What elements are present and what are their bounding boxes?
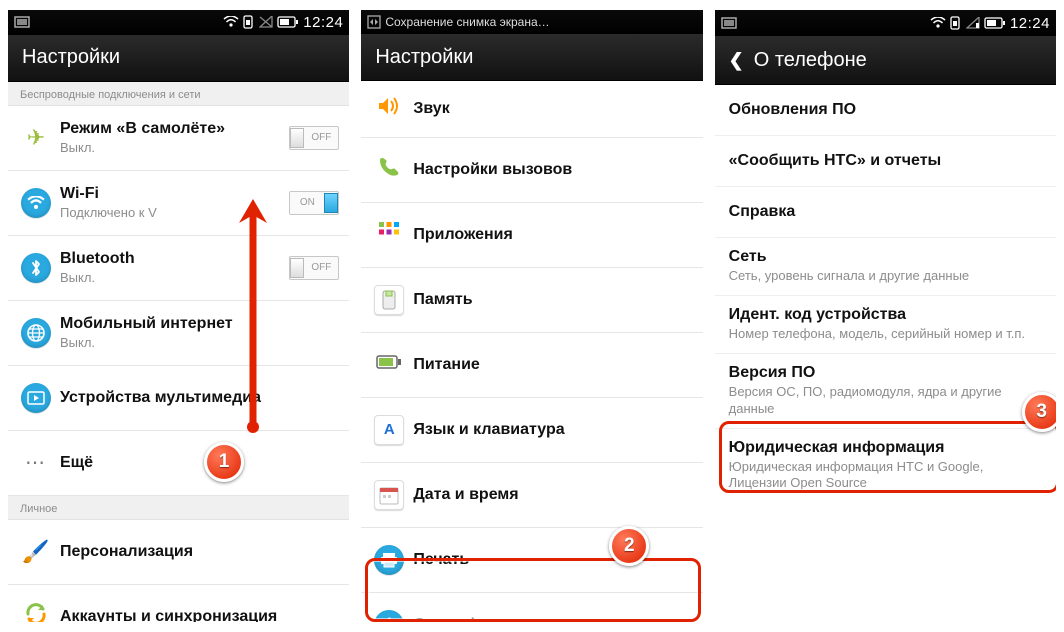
row-wifi[interactable]: Wi-Fi Подключено к V ON — [8, 171, 349, 236]
print-icon — [374, 545, 404, 575]
info-icon: i — [374, 610, 404, 622]
row-hardware-id[interactable]: Идент. код устройства Номер телефона, мо… — [715, 296, 1056, 354]
status-time: 12:24 — [1010, 15, 1050, 32]
phone-icon — [377, 155, 401, 184]
row-network[interactable]: Сеть Сеть, уровень сигнала и другие данн… — [715, 238, 1056, 296]
row-personalization[interactable]: 🖌️ Персонализация — [8, 520, 349, 585]
airplane-toggle[interactable]: OFF — [289, 126, 339, 150]
screen-2-settings-scrolled: Сохранение снимка экрана… Настройки Звук… — [361, 10, 702, 622]
statusbar: Сохранение снимка экрана… — [361, 10, 702, 34]
row-accounts-sync[interactable]: Аккаунты и синхронизация — [8, 585, 349, 622]
statusbar: 12:24 — [8, 10, 349, 35]
row-sound[interactable]: Звук — [361, 81, 702, 138]
wifi-icon — [930, 17, 946, 29]
screen-1-settings: 12:24 Настройки Беспроводные подключения… — [8, 10, 349, 622]
screenshot-icon — [367, 15, 381, 29]
wifi-icon — [21, 188, 51, 218]
sim-icon — [243, 15, 255, 29]
screen-3-about-phone: 12:24 ❮ О телефоне Обновления ПО «Сообщи… — [715, 10, 1056, 622]
battery-icon — [984, 17, 1006, 29]
settings-list[interactable]: Звук Настройки вызовов Приложения Память… — [361, 81, 702, 622]
row-call-settings[interactable]: Настройки вызовов — [361, 138, 702, 203]
signal-icon — [966, 17, 980, 29]
wifi-toggle[interactable]: ON — [289, 191, 339, 215]
row-storage[interactable]: Память — [361, 268, 702, 333]
battery-icon — [376, 355, 402, 374]
row-mobile-data[interactable]: Мобильный интернет Выкл. — [8, 301, 349, 366]
row-more[interactable]: ⋯ Ещё — [8, 431, 349, 496]
header-title: Настройки — [8, 35, 349, 82]
storage-icon — [374, 285, 404, 315]
status-notification-text: Сохранение снимка экрана… — [385, 15, 696, 29]
settings-list[interactable]: Беспроводные подключения и сети ✈ Режим … — [8, 82, 349, 622]
notification-icon — [721, 16, 739, 30]
brush-icon: 🖌️ — [22, 539, 49, 565]
bluetooth-toggle[interactable]: OFF — [289, 256, 339, 280]
row-media-devices[interactable]: Устройства мультимедиа — [8, 366, 349, 431]
calendar-icon — [374, 480, 404, 510]
back-icon[interactable]: ❮ — [729, 50, 744, 71]
row-print[interactable]: Печать — [361, 528, 702, 593]
wifi-icon — [223, 16, 239, 28]
header-title: Настройки — [361, 34, 702, 80]
statusbar: 12:24 — [715, 10, 1056, 36]
notification-icon — [14, 15, 32, 29]
signal-icon — [259, 16, 273, 28]
row-airplane-mode[interactable]: ✈ Режим «В самолёте» Выкл. OFF — [8, 106, 349, 171]
row-date-time[interactable]: Дата и время — [361, 463, 702, 528]
row-software-version[interactable]: Версия ПО Версия ОС, ПО, радиомодуля, яд… — [715, 354, 1056, 429]
row-power[interactable]: Питание — [361, 333, 702, 398]
section-personal: Личное — [8, 496, 349, 520]
row-software-updates[interactable]: Обновления ПО — [715, 85, 1056, 136]
globe-icon — [21, 318, 51, 348]
row-language-keyboard[interactable]: A Язык и клавиатура — [361, 398, 702, 463]
sim-icon — [950, 16, 962, 30]
about-list[interactable]: Обновления ПО «Сообщить HTC» и отчеты Сп… — [715, 85, 1056, 622]
media-icon — [21, 383, 51, 413]
section-wireless: Беспроводные подключения и сети — [8, 82, 349, 106]
row-help[interactable]: Справка — [715, 187, 1056, 238]
apps-icon — [378, 221, 400, 248]
header-about[interactable]: ❮ О телефоне — [715, 36, 1056, 85]
row-about-phone[interactable]: i О телефоне — [361, 593, 702, 622]
sync-icon — [23, 601, 49, 622]
more-icon: ⋯ — [25, 450, 47, 475]
battery-icon — [277, 16, 299, 28]
airplane-icon: ✈ — [27, 125, 45, 151]
row-bluetooth[interactable]: Bluetooth Выкл. OFF — [8, 236, 349, 301]
language-icon: A — [374, 415, 404, 445]
status-time: 12:24 — [303, 14, 343, 31]
row-legal-info[interactable]: Юридическая информация Юридическая инфор… — [715, 429, 1056, 503]
row-apps[interactable]: Приложения — [361, 203, 702, 268]
row-tell-htc[interactable]: «Сообщить HTC» и отчеты — [715, 136, 1056, 187]
sound-icon — [377, 95, 401, 122]
bluetooth-icon — [21, 253, 51, 283]
